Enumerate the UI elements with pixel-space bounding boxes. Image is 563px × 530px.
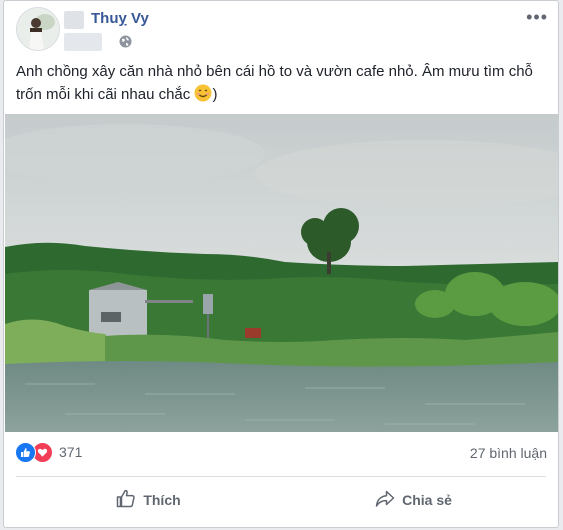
action-bar: Thích Chia sẻ xyxy=(16,478,546,522)
redacted-block xyxy=(64,11,84,29)
post-body-text: Anh chồng xây căn nhà nhỏ bên cái hồ to … xyxy=(16,63,533,103)
avatar[interactable] xyxy=(16,7,60,51)
author-name-link[interactable]: Thuỵ Vy xyxy=(91,10,149,27)
comments-count-link[interactable]: 27 bình luận xyxy=(470,445,547,461)
more-options-icon[interactable]: ••• xyxy=(526,7,548,28)
smiling-face-icon xyxy=(194,84,212,109)
post-text: Anh chồng xây căn nhà nhỏ bên cái hồ to … xyxy=(16,60,548,109)
post-card: Thuỵ Vy ••• Anh chồng xây căn nhà nhỏ bê… xyxy=(3,0,559,528)
share-button[interactable]: Chia sẻ xyxy=(281,478,546,522)
like-button[interactable]: Thích xyxy=(16,478,281,522)
post-text-tail: ) xyxy=(212,86,218,103)
thumbs-up-icon xyxy=(116,489,136,511)
share-label: Chia sẻ xyxy=(402,492,452,508)
like-icon xyxy=(15,441,36,463)
share-arrow-icon xyxy=(375,490,395,511)
reaction-summary[interactable]: 371 xyxy=(15,441,83,463)
divider xyxy=(16,476,546,477)
post-photo[interactable] xyxy=(5,114,558,432)
globe-icon[interactable] xyxy=(119,35,132,48)
redacted-block xyxy=(64,33,102,51)
reaction-count: 371 xyxy=(59,444,83,460)
like-label: Thích xyxy=(143,492,181,508)
